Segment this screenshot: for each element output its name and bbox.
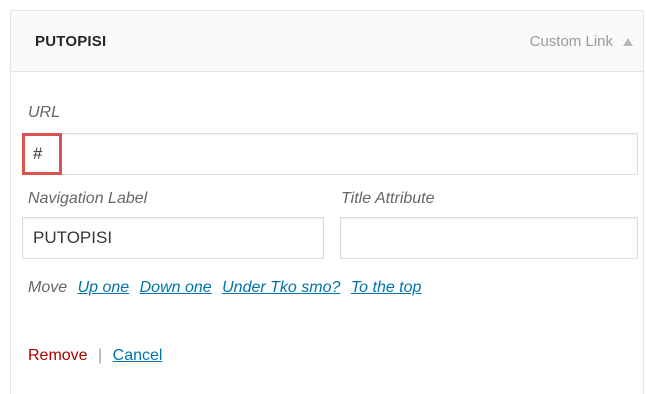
move-under-link[interactable]: Under Tko smo? <box>222 279 340 296</box>
menu-item-type: Custom Link <box>529 33 613 50</box>
move-down-one-link[interactable]: Down one <box>140 279 212 296</box>
title-attribute-input[interactable] <box>340 217 638 259</box>
move-to-top-link[interactable]: To the top <box>351 279 422 296</box>
title-attribute-label: Title Attribute <box>341 190 435 207</box>
move-label: Move <box>28 279 68 296</box>
item-actions: Remove | Cancel <box>28 347 162 365</box>
url-label: URL <box>28 104 61 121</box>
move-controls: Move Up one Down one Under Tko smo? To t… <box>28 279 421 297</box>
navigation-label-label: Navigation Label <box>28 190 148 207</box>
move-up-one-link[interactable]: Up one <box>78 279 130 296</box>
arrow-up-icon[interactable] <box>621 35 635 47</box>
actions-separator: | <box>98 347 103 364</box>
menu-item-title: PUTOPISI <box>35 33 107 50</box>
remove-link[interactable]: Remove <box>28 347 88 364</box>
url-input[interactable] <box>22 133 638 175</box>
menu-item-header[interactable]: PUTOPISI Custom Link <box>11 10 643 72</box>
navigation-label-input[interactable] <box>22 217 324 259</box>
cancel-link[interactable]: Cancel <box>113 347 163 364</box>
